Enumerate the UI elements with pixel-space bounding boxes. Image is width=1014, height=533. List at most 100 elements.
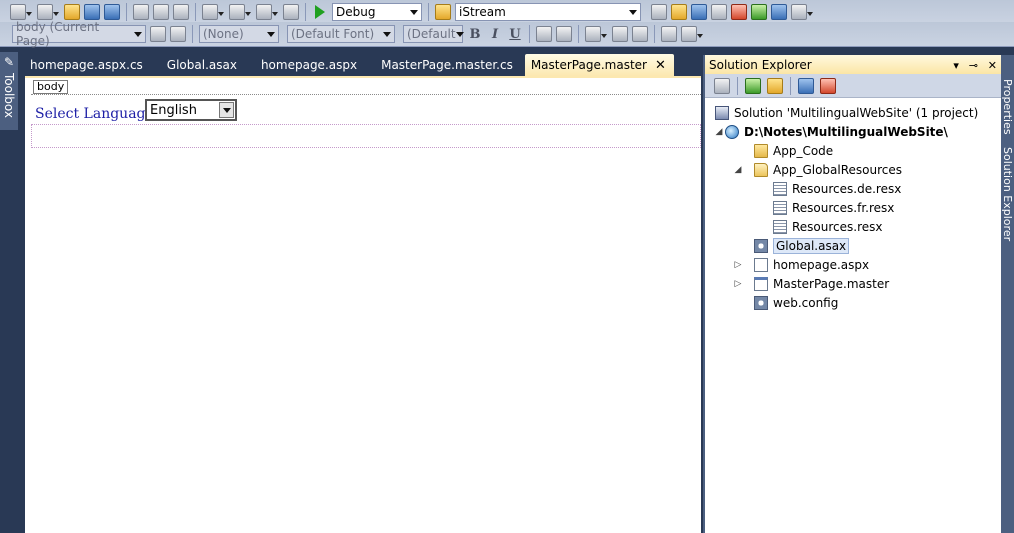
tree-item-masterpage-master[interactable]: ▷ MasterPage.master — [732, 275, 889, 293]
tree-item-label: web.config — [773, 296, 839, 310]
start-page-icon[interactable] — [751, 4, 767, 20]
tab-homepage-aspx[interactable]: homepage.aspx — [249, 54, 369, 76]
font-size-combo[interactable]: (Default — [403, 25, 464, 43]
save-all-icon[interactable] — [104, 4, 120, 20]
nest-related-files-icon[interactable] — [767, 77, 783, 94]
tab-masterpage-master-cs[interactable]: MasterPage.master.cs — [369, 54, 525, 76]
highlight-icon[interactable] — [556, 26, 572, 42]
object-browser-icon[interactable] — [691, 4, 707, 20]
navigate-forward-icon[interactable] — [283, 4, 299, 20]
toolbar-separator — [790, 76, 791, 95]
find-symbol-icon[interactable] — [651, 4, 667, 20]
properties-dock-tab[interactable]: Properties — [1001, 79, 1014, 135]
tree-item-solution[interactable]: Solution 'MultilingualWebSite' (1 projec… — [715, 104, 978, 122]
language-dropdown[interactable]: English — [145, 99, 237, 121]
apply-style-icon[interactable] — [150, 26, 166, 42]
tab-label: homepage.aspx.cs — [30, 58, 143, 72]
close-icon[interactable]: ✕ — [988, 59, 997, 72]
tree-item-global-asax[interactable]: Global.asax — [754, 237, 850, 255]
tab-masterpage-master[interactable]: MasterPage.master ✕ — [524, 54, 674, 76]
collapse-arrow-icon[interactable]: ◢ — [713, 127, 725, 137]
expand-arrow-icon[interactable]: ▷ — [732, 260, 744, 270]
toolbar-separator — [578, 25, 579, 43]
font-color-icon[interactable] — [536, 26, 552, 42]
collapse-arrow-icon[interactable]: ◢ — [732, 165, 744, 175]
format-options-icon[interactable] — [681, 26, 703, 42]
extension-manager-icon[interactable] — [771, 4, 787, 20]
tree-item-app-globalresources[interactable]: ◢ App_GlobalResources — [732, 161, 902, 179]
resx-file-icon — [773, 220, 787, 234]
add-item-icon[interactable] — [10, 4, 32, 20]
chevron-down-icon — [455, 31, 464, 41]
tree-item-homepage-aspx[interactable]: ▷ homepage.aspx — [732, 256, 869, 274]
find-in-files-icon[interactable] — [435, 4, 451, 20]
tab-homepage-aspx-cs[interactable]: homepage.aspx.cs — [18, 54, 155, 76]
font-combo[interactable]: (Default Font) — [287, 25, 395, 43]
tree-item-label: App_GlobalResources — [773, 163, 903, 177]
new-grid-icon[interactable] — [37, 4, 59, 20]
tree-item-label: Resources.de.resx — [792, 182, 902, 196]
view-in-browser-icon[interactable] — [798, 77, 814, 94]
tree-item-app-code[interactable]: App_Code — [754, 142, 833, 160]
redo-icon[interactable] — [229, 4, 251, 20]
paste-icon[interactable] — [173, 4, 189, 20]
cut-icon[interactable] — [133, 4, 149, 20]
toolbox-window-icon[interactable] — [731, 4, 747, 20]
navigate-backward-icon[interactable] — [256, 4, 278, 20]
right-dock-strip: Properties Solution Explorer — [1001, 55, 1014, 533]
properties-window-icon[interactable] — [671, 4, 687, 20]
underline-button[interactable]: U — [507, 27, 523, 42]
manage-styles-icon[interactable] — [170, 26, 186, 42]
folder-icon — [754, 144, 768, 158]
numbered-list-icon[interactable] — [612, 26, 628, 42]
solution-configuration-combo[interactable]: Debug — [332, 3, 422, 21]
tag-navigator[interactable]: body — [33, 80, 69, 94]
expand-arrow-icon[interactable]: ▷ — [732, 279, 744, 289]
toolbar-separator — [737, 76, 738, 95]
copy-icon[interactable] — [153, 4, 169, 20]
tree-item-resources-de[interactable]: Resources.de.resx — [773, 180, 901, 198]
tree-item-website[interactable]: ◢ D:\Notes\MultilingualWebSite\ — [713, 123, 948, 141]
block-format-value: body (Current Page) — [16, 20, 100, 48]
design-surface[interactable]: body Select Language : English — [25, 76, 701, 533]
window-position-icon[interactable]: ▾ — [953, 59, 959, 72]
class-view-icon[interactable] — [711, 4, 727, 20]
bold-button[interactable]: B — [467, 27, 483, 42]
properties-icon[interactable] — [714, 77, 730, 94]
solution-explorer-titlebar: Solution Explorer ▾ ⊸ ✕ — [705, 55, 1001, 74]
save-icon[interactable] — [84, 4, 100, 20]
tree-item-resources-fr[interactable]: Resources.fr.resx — [773, 199, 894, 217]
start-debugging-icon[interactable] — [315, 5, 325, 19]
tab-global-asax[interactable]: Global.asax — [155, 54, 249, 76]
bulleted-list-icon[interactable] — [632, 26, 648, 42]
tab-label: MasterPage.master.cs — [381, 58, 513, 72]
tree-item-label-selected: Global.asax — [773, 238, 850, 254]
pin-icon[interactable]: ⊸ — [969, 59, 978, 72]
close-icon[interactable]: ✕ — [655, 58, 666, 73]
tree-item-resources[interactable]: Resources.resx — [773, 218, 883, 236]
style-combo[interactable]: (None) — [199, 25, 279, 43]
open-folder-icon[interactable] — [64, 4, 80, 20]
tree-item-web-config[interactable]: web.config — [754, 294, 838, 312]
body-boundary — [31, 94, 701, 95]
undo-icon[interactable] — [202, 4, 224, 20]
tree-item-label: D:\Notes\MultilingualWebSite\ — [744, 125, 948, 139]
block-format-combo[interactable]: body (Current Page) — [12, 20, 146, 48]
dropdown-button[interactable] — [219, 102, 234, 118]
solution-explorer-dock-tab[interactable]: Solution Explorer — [1001, 147, 1014, 241]
hyperlink-icon[interactable] — [661, 26, 677, 42]
asp-net-configuration-icon[interactable] — [820, 77, 836, 94]
refresh-icon[interactable] — [745, 77, 761, 94]
tab-label: MasterPage.master — [530, 58, 647, 72]
tree-item-label: App_Code — [773, 144, 834, 158]
find-combo[interactable]: iStream — [455, 3, 641, 21]
toolbar-separator — [529, 25, 530, 43]
content-placeholder[interactable] — [31, 124, 701, 148]
italic-button[interactable]: I — [487, 27, 503, 42]
align-icon[interactable] — [585, 26, 607, 42]
toolbar-separator — [126, 3, 127, 21]
toolbox-strip[interactable]: ✎ Toolbox — [0, 52, 18, 130]
font-size-value: (Default — [407, 27, 456, 41]
command-window-icon[interactable] — [791, 4, 813, 20]
master-file-icon — [754, 277, 768, 291]
